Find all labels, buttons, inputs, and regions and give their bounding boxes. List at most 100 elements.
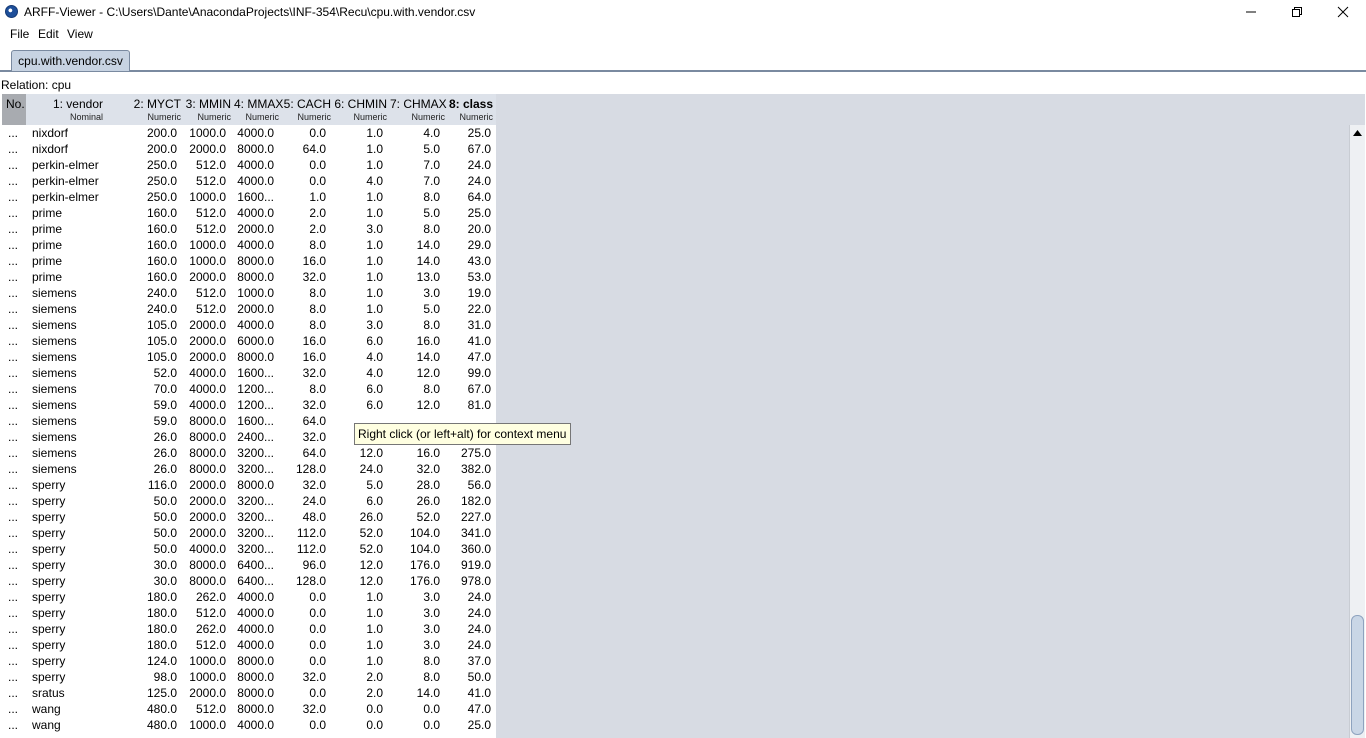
table-cell[interactable]: 2000.0 xyxy=(184,141,226,157)
table-cell[interactable]: 1.0 xyxy=(334,189,383,205)
table-cell[interactable]: 1.0 xyxy=(334,637,383,653)
table-cell[interactable]: 180.0 xyxy=(106,605,177,621)
table-cell[interactable]: 0.0 xyxy=(282,717,326,733)
row-number-cell[interactable]: ... xyxy=(8,637,26,653)
table-cell[interactable]: 14.0 xyxy=(390,237,440,253)
table-row[interactable]: ... sperry 180.0 512.0 4000.0 0.0 1.0 3.0 24.0 xyxy=(2,637,496,653)
table-cell[interactable]: 4000.0 xyxy=(234,237,274,253)
row-number-cell[interactable]: ... xyxy=(8,141,26,157)
table-cell[interactable]: 16.0 xyxy=(282,333,326,349)
table-cell[interactable]: 512.0 xyxy=(184,221,226,237)
table-cell[interactable]: 4000.0 xyxy=(234,317,274,333)
table-cell[interactable]: 1000.0 xyxy=(184,237,226,253)
menu-file[interactable]: File xyxy=(10,27,29,41)
row-number-cell[interactable]: ... xyxy=(8,573,26,589)
table-cell[interactable]: 1.0 xyxy=(334,125,383,141)
table-cell[interactable]: 262.0 xyxy=(184,589,226,605)
table-cell[interactable]: 176.0 xyxy=(390,573,440,589)
table-cell[interactable]: 1.0 xyxy=(334,237,383,253)
table-row[interactable]: ... sperry 50.0 2000.0 3200... 112.0 52.0 104.0… xyxy=(2,525,496,541)
table-cell[interactable]: 3.0 xyxy=(390,637,440,653)
table-cell[interactable]: 2.0 xyxy=(282,205,326,221)
table-cell[interactable]: 32.0 xyxy=(282,701,326,717)
table-cell[interactable]: 12.0 xyxy=(390,365,440,381)
row-number-cell[interactable]: ... xyxy=(8,269,26,285)
table-cell[interactable]: 512.0 xyxy=(184,605,226,621)
table-cell[interactable]: 14.0 xyxy=(390,349,440,365)
table-cell[interactable]: 8.0 xyxy=(282,285,326,301)
table-cell[interactable]: 105.0 xyxy=(106,333,177,349)
table-cell[interactable]: 19.0 xyxy=(448,285,491,301)
table-cell[interactable]: 2000.0 xyxy=(184,493,226,509)
table-row[interactable]: ... sperry 116.0 2000.0 8000.0 32.0 5.0 28.0 56.… xyxy=(2,477,496,493)
table-cell[interactable]: 2.0 xyxy=(334,669,383,685)
table-cell[interactable]: 41.0 xyxy=(448,333,491,349)
table-cell[interactable]: 26.0 xyxy=(106,429,177,445)
table-cell[interactable]: 16.0 xyxy=(282,349,326,365)
table-cell[interactable]: 3.0 xyxy=(390,285,440,301)
table-cell[interactable]: 2.0 xyxy=(282,221,326,237)
table-cell[interactable]: 8000.0 xyxy=(184,413,226,429)
table-cell[interactable]: 26.0 xyxy=(390,493,440,509)
table-cell[interactable]: 25.0 xyxy=(448,717,491,733)
row-number-cell[interactable]: ... xyxy=(8,205,26,221)
table-cell[interactable]: 64.0 xyxy=(282,413,326,429)
table-cell[interactable]: 30.0 xyxy=(106,557,177,573)
restore-button[interactable] xyxy=(1274,0,1320,24)
table-cell[interactable]: 67.0 xyxy=(448,141,491,157)
column-header-6[interactable]: 6: CHMIN Numeric xyxy=(334,94,390,125)
table-cell[interactable]: 32.0 xyxy=(282,669,326,685)
table-cell[interactable]: 8.0 xyxy=(390,653,440,669)
menu-edit[interactable]: Edit xyxy=(38,27,59,41)
table-cell[interactable]: 0.0 xyxy=(282,125,326,141)
table-cell[interactable]: 112.0 xyxy=(282,525,326,541)
table-cell[interactable]: 180.0 xyxy=(106,621,177,637)
table-cell[interactable]: 4000.0 xyxy=(184,397,226,413)
table-cell[interactable]: 50.0 xyxy=(106,541,177,557)
table-row[interactable]: ... sperry 50.0 4000.0 3200... 112.0 52.0 104.0… xyxy=(2,541,496,557)
table-cell[interactable]: 128.0 xyxy=(282,573,326,589)
table-row[interactable]: ... siemens 52.0 4000.0 1600... 32.0 4.0 12.0 99… xyxy=(2,365,496,381)
table-cell[interactable]: 1000.0 xyxy=(184,189,226,205)
table-cell[interactable]: 8000.0 xyxy=(234,349,274,365)
table-cell[interactable]: 59.0 xyxy=(106,397,177,413)
table-cell[interactable]: 32.0 xyxy=(282,429,326,445)
table-cell[interactable]: 1000.0 xyxy=(184,717,226,733)
minimize-button[interactable] xyxy=(1228,0,1274,24)
table-cell[interactable]: 1600... xyxy=(234,365,274,381)
table-cell[interactable]: 28.0 xyxy=(390,477,440,493)
table-cell[interactable]: 360.0 xyxy=(448,541,491,557)
table-cell[interactable]: 2000.0 xyxy=(184,525,226,541)
table-cell[interactable]: 24.0 xyxy=(448,589,491,605)
row-number-cell[interactable]: ... xyxy=(8,621,26,637)
row-number-cell[interactable]: ... xyxy=(8,701,26,717)
table-cell[interactable]: 4000.0 xyxy=(234,205,274,221)
table-cell[interactable]: 2000.0 xyxy=(184,269,226,285)
row-number-cell[interactable]: ... xyxy=(8,397,26,413)
table-cell[interactable]: 6.0 xyxy=(334,493,383,509)
table-row[interactable]: ... sratus 125.0 2000.0 8000.0 0.0 2.0 14.0 41.0 xyxy=(2,685,496,701)
table-cell[interactable]: 4.0 xyxy=(390,125,440,141)
table-cell[interactable]: 1.0 xyxy=(334,205,383,221)
table-cell[interactable]: 99.0 xyxy=(448,365,491,381)
table-cell[interactable]: 6400... xyxy=(234,557,274,573)
table-cell[interactable]: 250.0 xyxy=(106,157,177,173)
table-cell[interactable]: 1600... xyxy=(234,189,274,205)
table-cell[interactable]: 37.0 xyxy=(448,653,491,669)
table-cell[interactable]: 2000.0 xyxy=(184,333,226,349)
table-cell[interactable]: 4.0 xyxy=(334,173,383,189)
table-cell[interactable]: 64.0 xyxy=(282,141,326,157)
table-cell[interactable]: 32.0 xyxy=(282,365,326,381)
table-row[interactable]: ... siemens 240.0 512.0 2000.0 8.0 1.0 5.0 22.0 xyxy=(2,301,496,317)
table-row[interactable]: ... perkin-elmer 250.0 1000.0 1600... 1.0 1.0 8… xyxy=(2,189,496,205)
table-cell[interactable]: 1.0 xyxy=(334,605,383,621)
table-cell[interactable]: 13.0 xyxy=(390,269,440,285)
table-cell[interactable]: 182.0 xyxy=(448,493,491,509)
table-cell[interactable]: 0.0 xyxy=(390,701,440,717)
table-cell[interactable]: 160.0 xyxy=(106,253,177,269)
table-row[interactable]: ... perkin-elmer 250.0 512.0 4000.0 0.0 4.0 7.0… xyxy=(2,173,496,189)
table-cell[interactable]: 512.0 xyxy=(184,173,226,189)
table-cell[interactable]: 0.0 xyxy=(334,717,383,733)
table-row[interactable]: ... sperry 50.0 2000.0 3200... 24.0 6.0 26.0 182… xyxy=(2,493,496,509)
table-cell[interactable]: 5.0 xyxy=(390,141,440,157)
